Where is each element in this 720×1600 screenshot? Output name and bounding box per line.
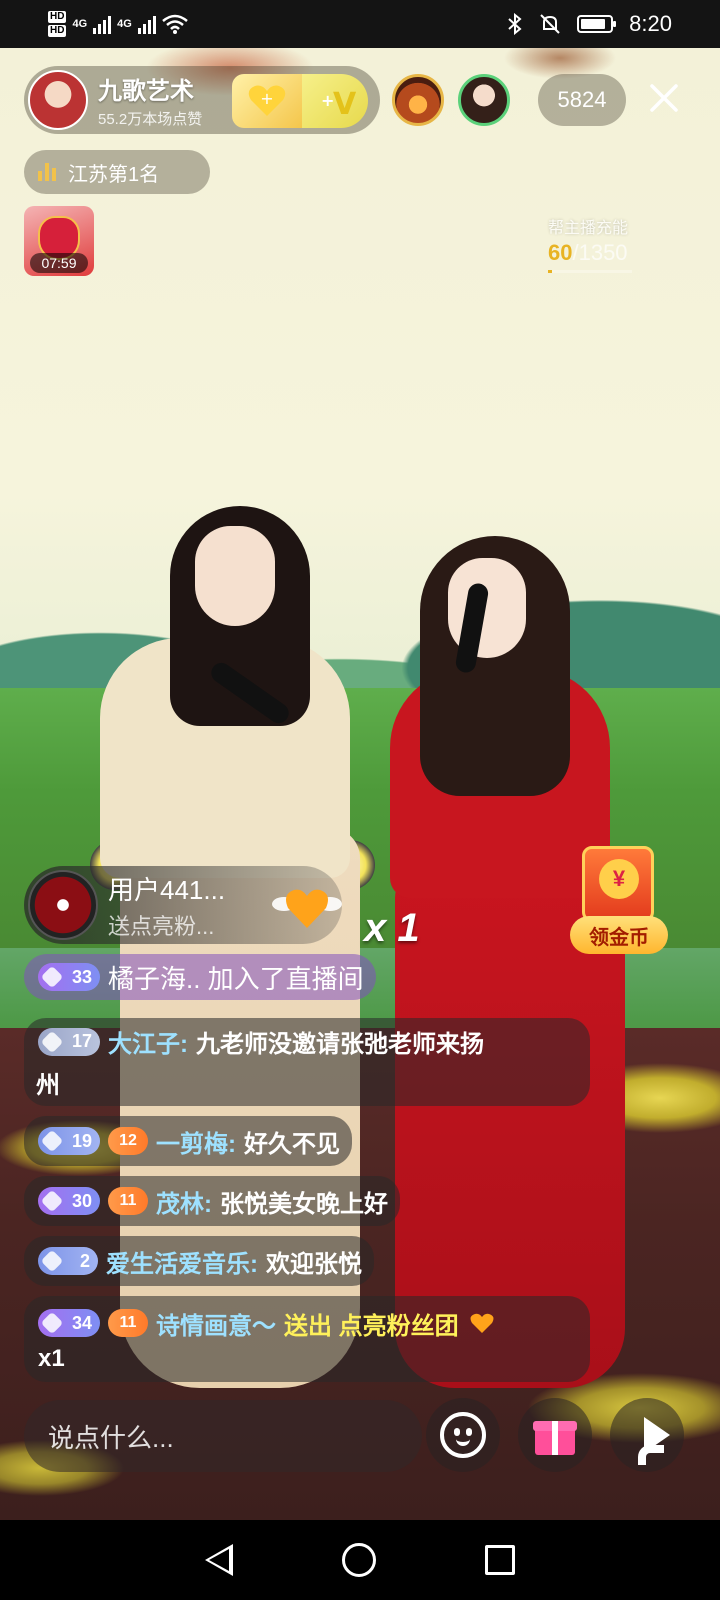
- back-icon[interactable]: [204, 1544, 233, 1576]
- chat-username[interactable]: 诗情画意～: [156, 1306, 276, 1341]
- rank-label: 江苏第1名: [68, 163, 160, 186]
- earn-coins-label: 领金币: [570, 916, 668, 954]
- rank-pill[interactable]: 江苏第1名: [24, 150, 210, 194]
- host-info: 九歌艺术 55.2万本场点赞: [98, 71, 202, 129]
- fan-badge: 11: [108, 1309, 148, 1337]
- fan-badge: 11: [108, 1187, 148, 1215]
- hd2-label: HD: [48, 25, 67, 37]
- chat-message[interactable]: 17 大江子: 九老师没邀请张弛老师来扬 州: [24, 1018, 590, 1106]
- host-likes: 55.2万本场点赞: [98, 111, 203, 128]
- chat-text: 欢迎张悦: [266, 1250, 362, 1278]
- status-left: HD HD 4G 4G: [48, 11, 188, 37]
- heart-plus-icon: +: [248, 85, 286, 116]
- fan-badge: 12: [108, 1127, 148, 1155]
- red-envelope-icon: ¥: [582, 846, 654, 922]
- close-icon: [650, 84, 678, 112]
- join-fan-club-button[interactable]: + V: [302, 74, 368, 128]
- close-button[interactable]: [642, 76, 686, 120]
- clock: 8:20: [629, 11, 672, 36]
- gift-sender-name: 用户441...: [108, 874, 226, 905]
- chat-text-cont: 州: [36, 1072, 60, 1099]
- winged-heart-icon: [272, 889, 342, 928]
- share-button[interactable]: [610, 1398, 684, 1472]
- chat-message[interactable]: 30 11 茂林: 张悦美女晚上好: [24, 1176, 400, 1226]
- follow-heart-button[interactable]: +: [232, 74, 302, 128]
- chat-message[interactable]: 2 爱生活爱音乐: 欢迎张悦: [24, 1236, 374, 1286]
- chat-gift-count: x1: [38, 1344, 65, 1372]
- emoji-icon: [440, 1412, 486, 1458]
- charge-progress-fill: [548, 270, 552, 273]
- join-message[interactable]: 33 橘子海.. 加入了直播间: [24, 954, 376, 1000]
- comment-input[interactable]: 说点什么...: [24, 1400, 422, 1472]
- chat-username[interactable]: 茂林:: [156, 1184, 212, 1219]
- chat-username[interactable]: 一剪梅:: [156, 1124, 236, 1159]
- hd1-label: HD: [48, 11, 67, 23]
- user-level-badge: 30: [38, 1187, 100, 1215]
- gift-count: x 1: [364, 906, 420, 950]
- wifi-icon: [162, 14, 188, 34]
- timed-gift-bag[interactable]: 07:59: [24, 206, 94, 276]
- chat-message[interactable]: 19 12 一剪梅: 好久不见: [24, 1116, 352, 1166]
- join-text: 橘子海.. 加入了直播间: [108, 963, 364, 994]
- gift-icon: [533, 1415, 577, 1455]
- status-bar: HD HD 4G 4G 8:20: [0, 0, 720, 48]
- chat-username[interactable]: 爱生活爱音乐:: [106, 1244, 258, 1279]
- user-level-badge: 17: [38, 1027, 100, 1056]
- svg-text:+: +: [260, 89, 273, 108]
- charge-label: 帮主播充能: [548, 220, 629, 237]
- earn-coins-button[interactable]: ¥ 领金币: [568, 846, 668, 956]
- mute-bell-icon: [540, 14, 560, 34]
- net1-label: 4G: [72, 18, 88, 30]
- battery-fill: [581, 19, 605, 29]
- user-level-badge: 33: [38, 963, 100, 991]
- charge-total: /1350: [572, 240, 628, 265]
- net2-label: 4G: [117, 18, 132, 30]
- gift-button[interactable]: [518, 1398, 592, 1472]
- online-count[interactable]: 5824: [538, 74, 626, 126]
- rank-bars-icon: [38, 163, 56, 181]
- charge-progress-bar: [548, 270, 632, 273]
- share-icon: [624, 1415, 670, 1465]
- charge-value[interactable]: 60/1350: [548, 240, 628, 266]
- heart-gift-icon: [470, 1313, 494, 1333]
- svg-text:V: V: [333, 87, 357, 118]
- coin-icon: ¥: [599, 859, 639, 899]
- system-nav-bar: [0, 1520, 720, 1600]
- signal-icon-2: [137, 14, 156, 34]
- chat-username[interactable]: 大江子:: [108, 1024, 188, 1059]
- home-icon[interactable]: [341, 1543, 376, 1577]
- bluetooth-icon: [508, 13, 522, 35]
- user-level-badge: 2: [38, 1247, 98, 1275]
- top-viewer-avatar[interactable]: [458, 74, 510, 126]
- chat-text: 好久不见: [244, 1130, 340, 1158]
- v-plus-icon: +V: [321, 87, 357, 118]
- hd-indicator: HD HD: [48, 11, 67, 37]
- gift-text: 用户441... 送点亮粉...: [108, 870, 225, 941]
- battery-icon: [577, 15, 617, 33]
- user-level-badge: 19: [38, 1127, 100, 1155]
- gift-description: 送点亮粉...: [108, 913, 215, 939]
- status-right: 8:20: [507, 11, 672, 37]
- charge-current: 60: [548, 240, 573, 265]
- chat-gift-action: 送出 点亮粉丝团: [284, 1312, 459, 1340]
- chat-message[interactable]: 34 11 诗情画意～ 送出 点亮粉丝团 x1: [24, 1296, 590, 1382]
- signal-icon: [93, 14, 112, 34]
- emoji-button[interactable]: [426, 1398, 500, 1472]
- recents-icon[interactable]: [485, 1545, 516, 1575]
- host-avatar[interactable]: [28, 70, 88, 130]
- chat-text: 张悦美女晚上好: [220, 1190, 388, 1218]
- top-viewer-avatar[interactable]: [392, 74, 444, 126]
- gift-sender-avatar[interactable]: [28, 870, 98, 940]
- user-level-badge: 34: [38, 1309, 100, 1337]
- chat-text: 九老师没邀请张弛老师来扬: [196, 1031, 484, 1058]
- host-name: 九歌艺术: [98, 78, 194, 105]
- gift-timer: 07:59: [30, 253, 88, 273]
